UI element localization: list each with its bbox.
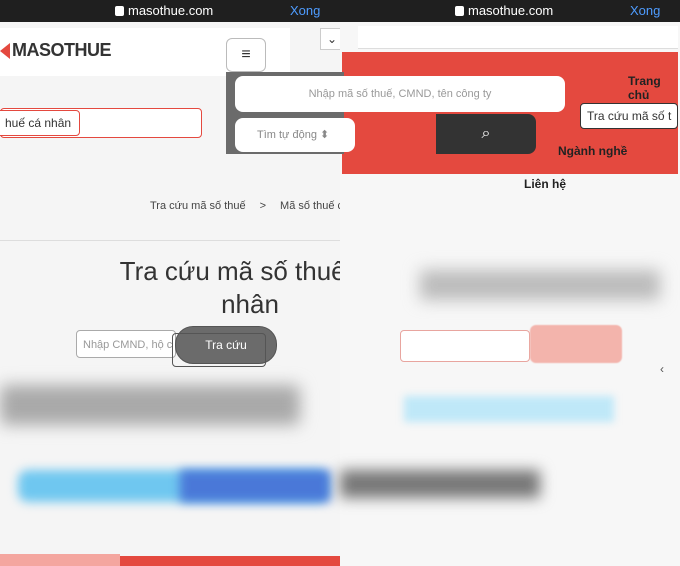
lookup-button-outline [172, 333, 266, 367]
done-button[interactable]: Xong [290, 3, 320, 18]
nav-tax-lookup[interactable]: Tra cứu mã số t [580, 103, 679, 129]
url-display-right[interactable]: masothue.com [455, 3, 553, 18]
status-bar-left: masothue.com Xong [0, 0, 340, 22]
hamburger-icon: ≡ [241, 46, 251, 63]
logo-text: MASOTHUE [12, 40, 112, 60]
done-button-right[interactable]: Xong [630, 3, 660, 18]
nav-industry[interactable]: Ngành nghề [558, 144, 627, 158]
divider [0, 240, 340, 241]
url-text: masothue.com [468, 3, 554, 18]
sort-arrow-icon: ⬍ [320, 129, 330, 141]
search-input[interactable]: Nhập mã số thuế, CMND, tên công ty [235, 76, 565, 112]
blurred-content-right [340, 470, 540, 498]
bottom-strip-pink [0, 554, 120, 566]
lookup-button-right[interactable] [530, 325, 622, 363]
chevron-left-icon[interactable]: ‹ [660, 362, 664, 376]
right-header [358, 26, 678, 49]
search-mode-select[interactable]: Tìm tự động ⬍ [235, 118, 355, 152]
nav-contact[interactable]: Liên hệ [524, 177, 566, 191]
logo-mark-icon [0, 43, 10, 60]
lock-icon [115, 5, 124, 16]
nav-home[interactable]: Trang chủ [628, 74, 680, 102]
cmnd-input[interactable]: Nhập CMND, hộ c [76, 330, 176, 358]
breadcrumb-item[interactable]: Tra cứu mã số thuế [150, 200, 246, 212]
cmnd-input-right[interactable] [400, 330, 530, 362]
search-button[interactable]: ⌕ [436, 114, 536, 154]
site-logo[interactable]: MASOTHUE [0, 40, 112, 61]
blurred-link [404, 396, 614, 422]
search-mode-label: Tìm tự động [257, 129, 317, 141]
status-bar-right: masothue.com Xong [340, 0, 680, 22]
search-icon: ⌕ [481, 125, 491, 142]
blurred-banner-dark [180, 470, 330, 502]
blurred-title [420, 270, 660, 300]
menu-button[interactable]: ≡ [226, 38, 266, 72]
breadcrumb-separator: > [259, 200, 267, 212]
lock-icon [455, 5, 464, 16]
url-text: masothue.com [128, 3, 214, 18]
nav-chip-personal-tax[interactable]: huế cá nhân [0, 110, 81, 136]
url-display[interactable]: masothue.com [115, 3, 213, 18]
blurred-content [0, 385, 300, 425]
